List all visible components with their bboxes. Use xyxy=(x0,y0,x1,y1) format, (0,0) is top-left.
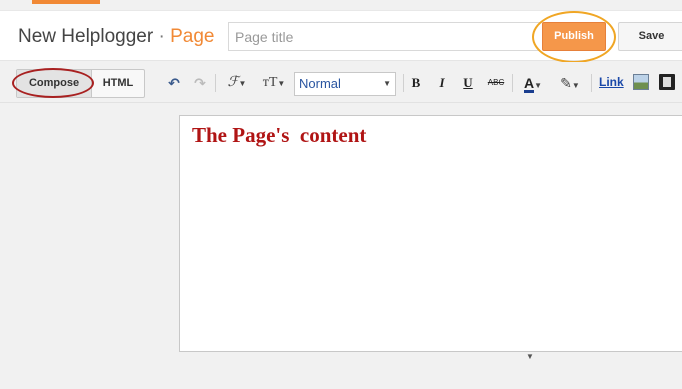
strikethrough-button[interactable]: ABC xyxy=(485,74,507,92)
font-icon: ℱ xyxy=(227,75,239,90)
save-button[interactable]: Save xyxy=(618,22,682,51)
chevron-down-icon: ▼ xyxy=(571,81,580,90)
html-mode-button[interactable]: HTML xyxy=(92,70,144,97)
font-family-button[interactable]: ℱ▼ xyxy=(223,74,251,92)
top-strip xyxy=(0,0,682,11)
editor-header: New Helplogger · Page Publish Save xyxy=(0,11,682,63)
chevron-down-icon: ▼ xyxy=(383,79,391,88)
chevron-down-icon: ▼ xyxy=(277,79,286,88)
toolbar-divider xyxy=(403,74,404,92)
text-color-icon: A xyxy=(523,75,535,93)
page-title-input[interactable] xyxy=(228,22,540,51)
publish-highlight-ring xyxy=(532,11,616,63)
highlighter-icon: ✎ xyxy=(560,75,572,91)
insert-image-icon[interactable] xyxy=(633,74,649,90)
highlight-color-button[interactable]: ✎▼ xyxy=(555,74,585,92)
insert-video-icon[interactable] xyxy=(659,74,675,90)
top-accent-bar xyxy=(32,0,100,4)
text-color-button[interactable]: A▼ xyxy=(518,74,548,93)
text-size-icon: тT xyxy=(262,75,278,90)
toolbar-divider xyxy=(591,74,592,92)
font-size-button[interactable]: тT▼ xyxy=(258,74,290,92)
blog-name-label: New Helplogger xyxy=(18,26,154,47)
page-type-label: Page xyxy=(170,26,215,47)
toolbar-divider xyxy=(215,74,216,92)
format-select[interactable]: Normal ▼ xyxy=(294,72,396,96)
chevron-down-icon: ▼ xyxy=(238,79,247,88)
page-title: New Helplogger · Page xyxy=(18,26,214,48)
chevron-down-icon: ▼ xyxy=(534,81,543,90)
redo-icon[interactable]: ↷ xyxy=(192,74,208,92)
compose-highlight-ring xyxy=(12,68,94,98)
title-separator: · xyxy=(158,26,165,47)
content-editor[interactable]: The Page's content xyxy=(179,115,682,352)
format-select-value: Normal xyxy=(299,76,341,91)
underline-button[interactable]: U xyxy=(461,74,475,92)
italic-button[interactable]: I xyxy=(435,74,449,92)
editor-content-text[interactable]: The Page's content xyxy=(192,123,366,148)
undo-icon[interactable]: ↶ xyxy=(166,74,182,92)
formatting-toolbar: Compose HTML ↶ ↷ ℱ▼ тT▼ Normal ▼ B I U A… xyxy=(0,62,682,103)
toolbar-divider xyxy=(512,74,513,92)
link-button[interactable]: Link xyxy=(599,75,624,89)
resize-handle-icon[interactable]: ▼ xyxy=(526,352,534,361)
bold-button[interactable]: B xyxy=(409,74,423,92)
